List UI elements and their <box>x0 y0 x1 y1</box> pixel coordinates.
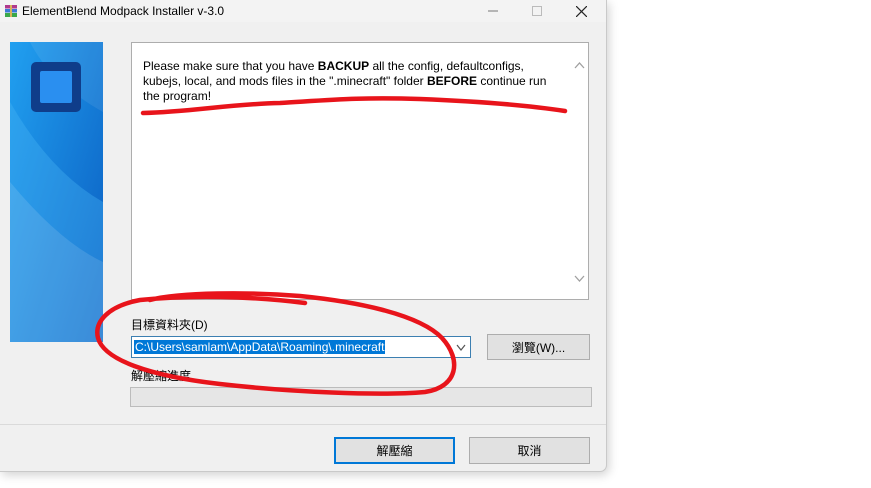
winrar-books-icon <box>5 5 17 17</box>
installer-window: ElementBlend Modpack Installer v-3.0 Ple… <box>0 0 607 472</box>
extract-button[interactable]: 解壓縮 <box>334 437 455 464</box>
browse-button[interactable]: 瀏覽(W)... <box>487 334 590 360</box>
scroll-up-icon[interactable] <box>574 61 585 69</box>
minimize-button[interactable] <box>470 0 516 22</box>
window-logo-icon <box>31 62 81 112</box>
destination-path-combobox[interactable]: C:\Users\samlam\AppData\Roaming\.minecra… <box>131 336 471 358</box>
maximize-icon <box>532 6 542 16</box>
side-banner <box>10 42 103 342</box>
maximize-button[interactable] <box>514 0 560 22</box>
title-bar[interactable]: ElementBlend Modpack Installer v-3.0 <box>0 0 606 22</box>
message-scrollbar[interactable] <box>571 43 588 299</box>
message-textbox[interactable]: Please make sure that you have BACKUP al… <box>131 42 589 300</box>
minimize-icon <box>488 10 498 12</box>
progress-label: 解壓縮進度 <box>131 369 192 383</box>
chevron-down-icon[interactable] <box>456 344 466 351</box>
extraction-progress-bar <box>130 387 592 407</box>
destination-path-value[interactable]: C:\Users\samlam\AppData\Roaming\.minecra… <box>134 340 386 354</box>
scroll-down-icon[interactable] <box>574 275 585 283</box>
backup-warning-text: Please make sure that you have BACKUP al… <box>143 59 547 103</box>
close-button[interactable] <box>558 0 604 22</box>
footer-divider <box>0 424 606 425</box>
close-icon <box>575 5 587 17</box>
window-title: ElementBlend Modpack Installer v-3.0 <box>22 4 225 18</box>
banner-graphic <box>10 42 103 342</box>
cancel-button[interactable]: 取消 <box>469 437 590 464</box>
destination-folder-label: 目標資料夾(D) <box>131 318 208 332</box>
